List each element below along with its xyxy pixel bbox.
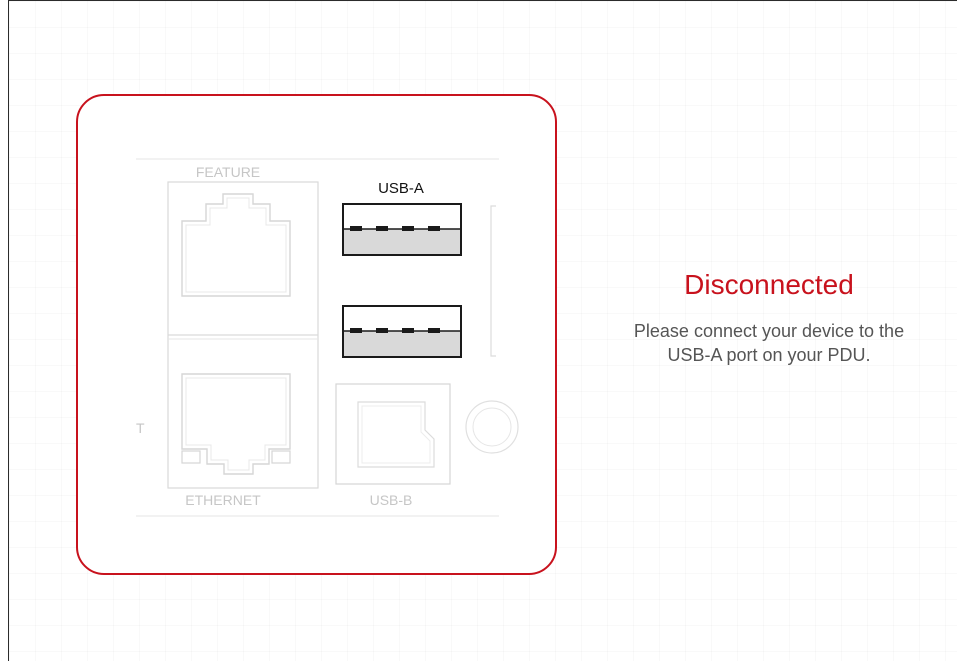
connection-status: Disconnected Please connect your device … xyxy=(589,265,949,367)
status-message-line1: Please connect your device to the xyxy=(633,321,905,341)
app-frame: FEATURE ETHERNET T USB-A USB-B Disconnec… xyxy=(8,0,957,661)
status-title: Disconnected xyxy=(684,269,854,300)
status-message: Please connect your device to the USB-A … xyxy=(589,319,949,367)
ethernet-label: ETHERNET xyxy=(185,492,261,508)
feature-ethernet-module xyxy=(167,181,319,489)
pdu-port-diagram: FEATURE ETHERNET T USB-A USB-B xyxy=(76,94,557,575)
status-message-line2: USB-A port on your PDU. xyxy=(667,345,871,365)
usb-a-port-bottom xyxy=(342,305,462,358)
usb-b-label: USB-B xyxy=(370,492,413,508)
partial-left-label: T xyxy=(136,420,145,436)
feature-port-icon xyxy=(181,193,291,297)
port-diagram-svg: FEATURE ETHERNET T USB-A USB-B xyxy=(136,158,519,517)
usb-a-port-top xyxy=(342,203,462,256)
usb-b-port-icon xyxy=(335,383,451,485)
ethernet-port-icon xyxy=(181,373,291,475)
feature-label: FEATURE xyxy=(196,164,260,180)
usb-a-label: USB-A xyxy=(378,180,424,197)
